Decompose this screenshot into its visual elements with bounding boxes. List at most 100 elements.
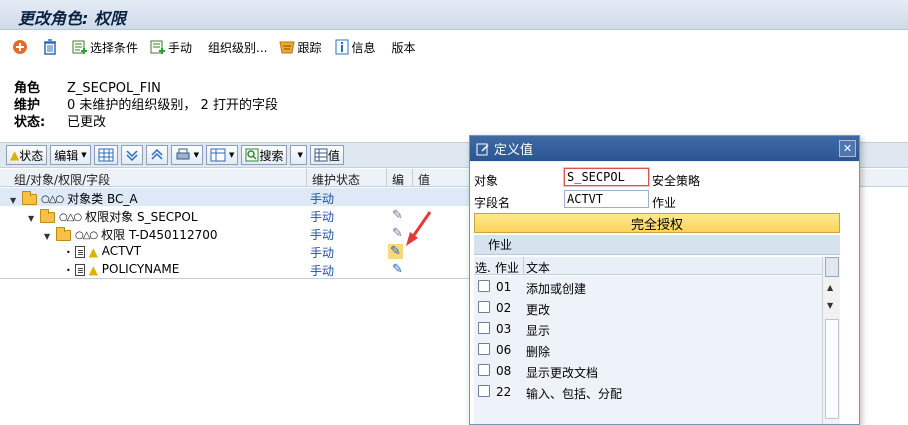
activity-table-header: 选. 作业 文本 (474, 257, 822, 275)
row-checkbox[interactable] (478, 364, 490, 376)
edit-window-icon (476, 143, 489, 155)
info-label: 信息 (351, 40, 376, 55)
folder-icon (56, 227, 71, 241)
maint-status[interactable]: 手动 (310, 208, 334, 225)
col-activity-header[interactable]: 作业 (495, 259, 519, 276)
full-authorization-button[interactable]: 完全授权 (474, 213, 840, 233)
activity-code: 08 (496, 364, 512, 378)
edit-pencil-icon[interactable]: ✎ (392, 262, 403, 277)
col-select-header[interactable]: 选. (475, 259, 491, 276)
activity-text: 输入、包括、分配 (526, 387, 623, 401)
selection-criteria-button[interactable]: 选择条件 (72, 36, 138, 58)
full-authorization-label: 完全授权 (630, 217, 683, 233)
maint-status[interactable]: 手动 (310, 244, 334, 261)
table-row[interactable] (474, 402, 822, 424)
expand-triangle-icon[interactable]: ▼ (10, 196, 22, 205)
collapse-button[interactable] (145, 145, 168, 165)
document-icon (74, 263, 85, 276)
row-checkbox[interactable] (478, 343, 490, 355)
table-row[interactable]: 03 显示 (474, 318, 822, 339)
scroll-down-icon[interactable]: ▼ (827, 301, 833, 310)
info-icon (335, 39, 348, 55)
value-button[interactable]: 值 (309, 145, 344, 165)
field-name-label: 字段名 (474, 196, 511, 210)
dialog-body: 对象 S_SECPOL 安全策略 字段名 ACTVT 作业 完全授权 作业 选.… (470, 162, 859, 424)
search-button[interactable]: 搜索 (241, 145, 288, 165)
layout-icon (210, 148, 226, 162)
tree-label: 对象类 BC_A (67, 192, 138, 206)
expand-button[interactable] (120, 145, 143, 165)
scrollbar-thumb[interactable] (825, 319, 839, 419)
search-button-label: 搜索 (259, 148, 284, 163)
col-value-header[interactable]: 值 (418, 171, 430, 188)
dialog-title-bar[interactable]: 定义值 ✕ (470, 136, 859, 161)
maint-status[interactable]: 手动 (310, 262, 334, 279)
version-button[interactable]: 版本 (392, 36, 416, 58)
search-dropdown-button[interactable]: ▼ (290, 145, 307, 165)
status-value: 已更改 (67, 115, 107, 130)
expand-triangle-icon[interactable]: ▼ (44, 232, 56, 241)
table-row[interactable]: 22 输入、包括、分配 (474, 381, 822, 402)
activity-text: 显示更改文档 (526, 366, 599, 380)
maint-status[interactable]: 手动 (310, 226, 334, 243)
folder-icon (22, 191, 37, 205)
expand-triangle-icon[interactable]: ▼ (28, 214, 40, 223)
grid-icon (98, 148, 114, 162)
trace-button[interactable]: 跟踪 (279, 36, 322, 58)
activity-text: 删除 (526, 345, 551, 359)
role-info: 角色 Z_SECPOL_FIN 维护 0 未维护的组织级别， 2 打开的字段 状态:… (14, 80, 278, 131)
row-checkbox[interactable] (478, 280, 490, 292)
grid-layout-button[interactable] (93, 145, 118, 165)
status-label: 状态: (14, 115, 46, 130)
scroll-up-icon[interactable]: ▲ (827, 283, 833, 292)
status-button[interactable]: ▲ 状态 (6, 145, 48, 165)
print-button[interactable]: ▼ (170, 145, 204, 165)
maint-status[interactable]: 手动 (310, 190, 334, 207)
activity-section-header: 作业 (474, 235, 840, 255)
target-icon (13, 40, 27, 54)
delete-button[interactable] (42, 36, 60, 58)
manual-button[interactable]: 手动 (150, 36, 192, 58)
title-bar: 更改角色: 权限 (0, 0, 908, 30)
expand-icon (126, 150, 138, 162)
traffic-lights-icon: ○△○ (75, 230, 98, 241)
tree-label: ACTVT (101, 244, 142, 258)
layout-button[interactable]: ▼ (206, 145, 239, 165)
activity-code: 06 (496, 343, 512, 357)
row-checkbox[interactable] (478, 322, 490, 334)
info-button[interactable]: 信息 (334, 36, 376, 58)
row-checkbox[interactable] (478, 385, 490, 397)
collapse-icon (151, 148, 163, 160)
table-row[interactable]: 01 添加或创建 (474, 276, 822, 297)
tree-label: 权限对象 S_SECPOL (85, 210, 198, 224)
col-icon-header[interactable]: 编 (392, 171, 404, 188)
object-field[interactable]: S_SECPOL (564, 168, 649, 186)
edit-button[interactable]: 编辑 ▼ (50, 145, 91, 165)
tree-row-object-class[interactable]: ▼ ○△○ 对象类 BC_A 手动 (0, 188, 470, 206)
manual-label: 手动 (168, 40, 193, 55)
hierarchy-button[interactable] (12, 36, 30, 58)
field-name-field[interactable]: ACTVT (564, 190, 649, 208)
col-tree-header[interactable]: 组/对象/权限/字段 (14, 171, 110, 188)
close-icon: ✕ (842, 142, 853, 155)
tree-label: 权限 T-D450112700 (101, 228, 218, 242)
table-row[interactable]: 02 更改 (474, 297, 822, 318)
scrollbar-header-cell[interactable] (825, 257, 839, 277)
close-button[interactable]: ✕ (839, 140, 856, 157)
version-label: 版本 (391, 40, 416, 55)
row-checkbox[interactable] (478, 301, 490, 313)
tree-row-field-policyname[interactable]: • ▲ POLICYNAME 手动 ✎ (0, 260, 470, 278)
org-levels-button[interactable]: 组织级别... (208, 36, 267, 58)
col-status-header[interactable]: 维护状态 (312, 171, 360, 188)
table-row[interactable]: 08 显示更改文档 (474, 360, 822, 381)
trash-icon (44, 39, 56, 55)
table-row[interactable]: 06 删除 (474, 339, 822, 360)
activity-code: 22 (496, 385, 512, 399)
activity-text: 添加或创建 (526, 282, 587, 296)
vertical-scrollbar[interactable]: ▲ ▼ (822, 257, 840, 424)
maint-value: 0 未维护的组织级别， 2 打开的字段 (67, 98, 278, 113)
col-text-header[interactable]: 文本 (526, 259, 550, 276)
dropdown-caret-icon: ▼ (193, 151, 200, 159)
page-title: 更改角色: 权限 (18, 9, 126, 28)
bullet-icon: • (66, 248, 71, 257)
